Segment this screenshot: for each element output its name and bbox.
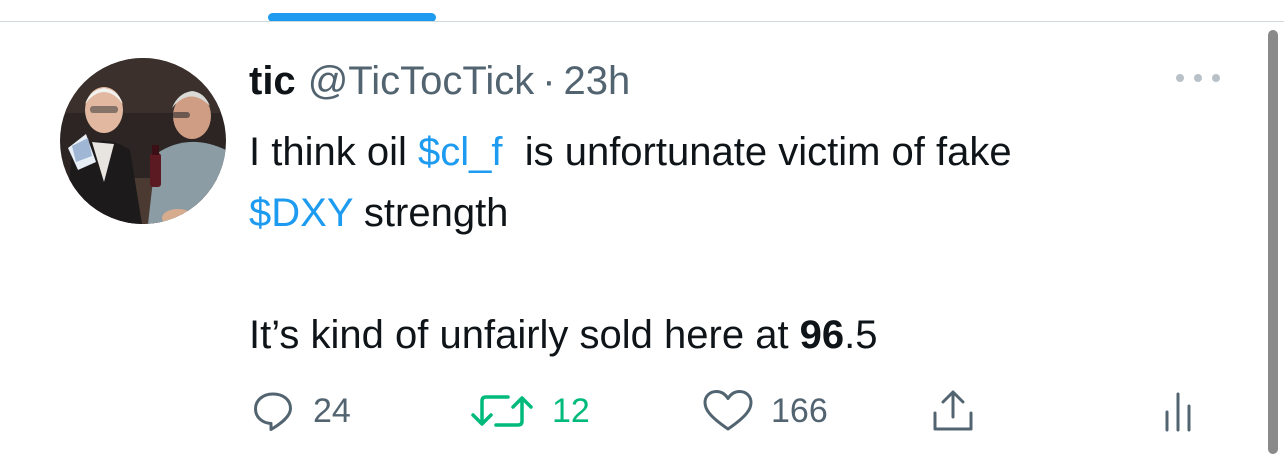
retweet-icon xyxy=(471,395,533,427)
share-button[interactable] xyxy=(930,386,976,436)
heart-icon xyxy=(703,390,753,431)
tweet-line: It’s kind of unfairly sold here at 96.5 xyxy=(249,313,878,357)
like-button[interactable]: 166 xyxy=(703,386,828,436)
user-handle[interactable]: @TicTocTick xyxy=(308,59,535,104)
tweet-header: tic @TicTocTick · 23h xyxy=(249,56,630,106)
retweet-button[interactable]: 12 xyxy=(470,386,590,436)
analytics-button[interactable] xyxy=(1162,386,1194,436)
analytics-icon xyxy=(1165,392,1191,432)
reply-button[interactable]: 24 xyxy=(251,386,351,436)
header-separator: · xyxy=(542,58,556,103)
avatar-photo xyxy=(60,58,226,224)
tweet-line: I think oil $cl_f is unfortunate victim … xyxy=(249,130,1012,174)
like-count: 166 xyxy=(771,391,828,430)
reply-count: 24 xyxy=(313,391,351,430)
reply-icon xyxy=(254,392,292,431)
more-icon[interactable] xyxy=(1176,66,1220,90)
tweet-timestamp[interactable]: 23h xyxy=(564,59,631,104)
tweet-text: I think oil $cl_f is unfortunate victim … xyxy=(249,122,1249,366)
tweet-line: $DXY strength xyxy=(249,191,509,235)
display-name[interactable]: tic xyxy=(249,59,296,104)
avatar[interactable] xyxy=(60,58,226,224)
share-icon xyxy=(933,390,973,431)
cashtag-link[interactable]: $cl_f xyxy=(418,130,503,174)
top-divider xyxy=(0,21,1284,22)
cashtag-link[interactable]: $DXY xyxy=(249,191,353,235)
scrollbar[interactable] xyxy=(1268,30,1278,454)
retweet-count: 12 xyxy=(552,391,590,430)
